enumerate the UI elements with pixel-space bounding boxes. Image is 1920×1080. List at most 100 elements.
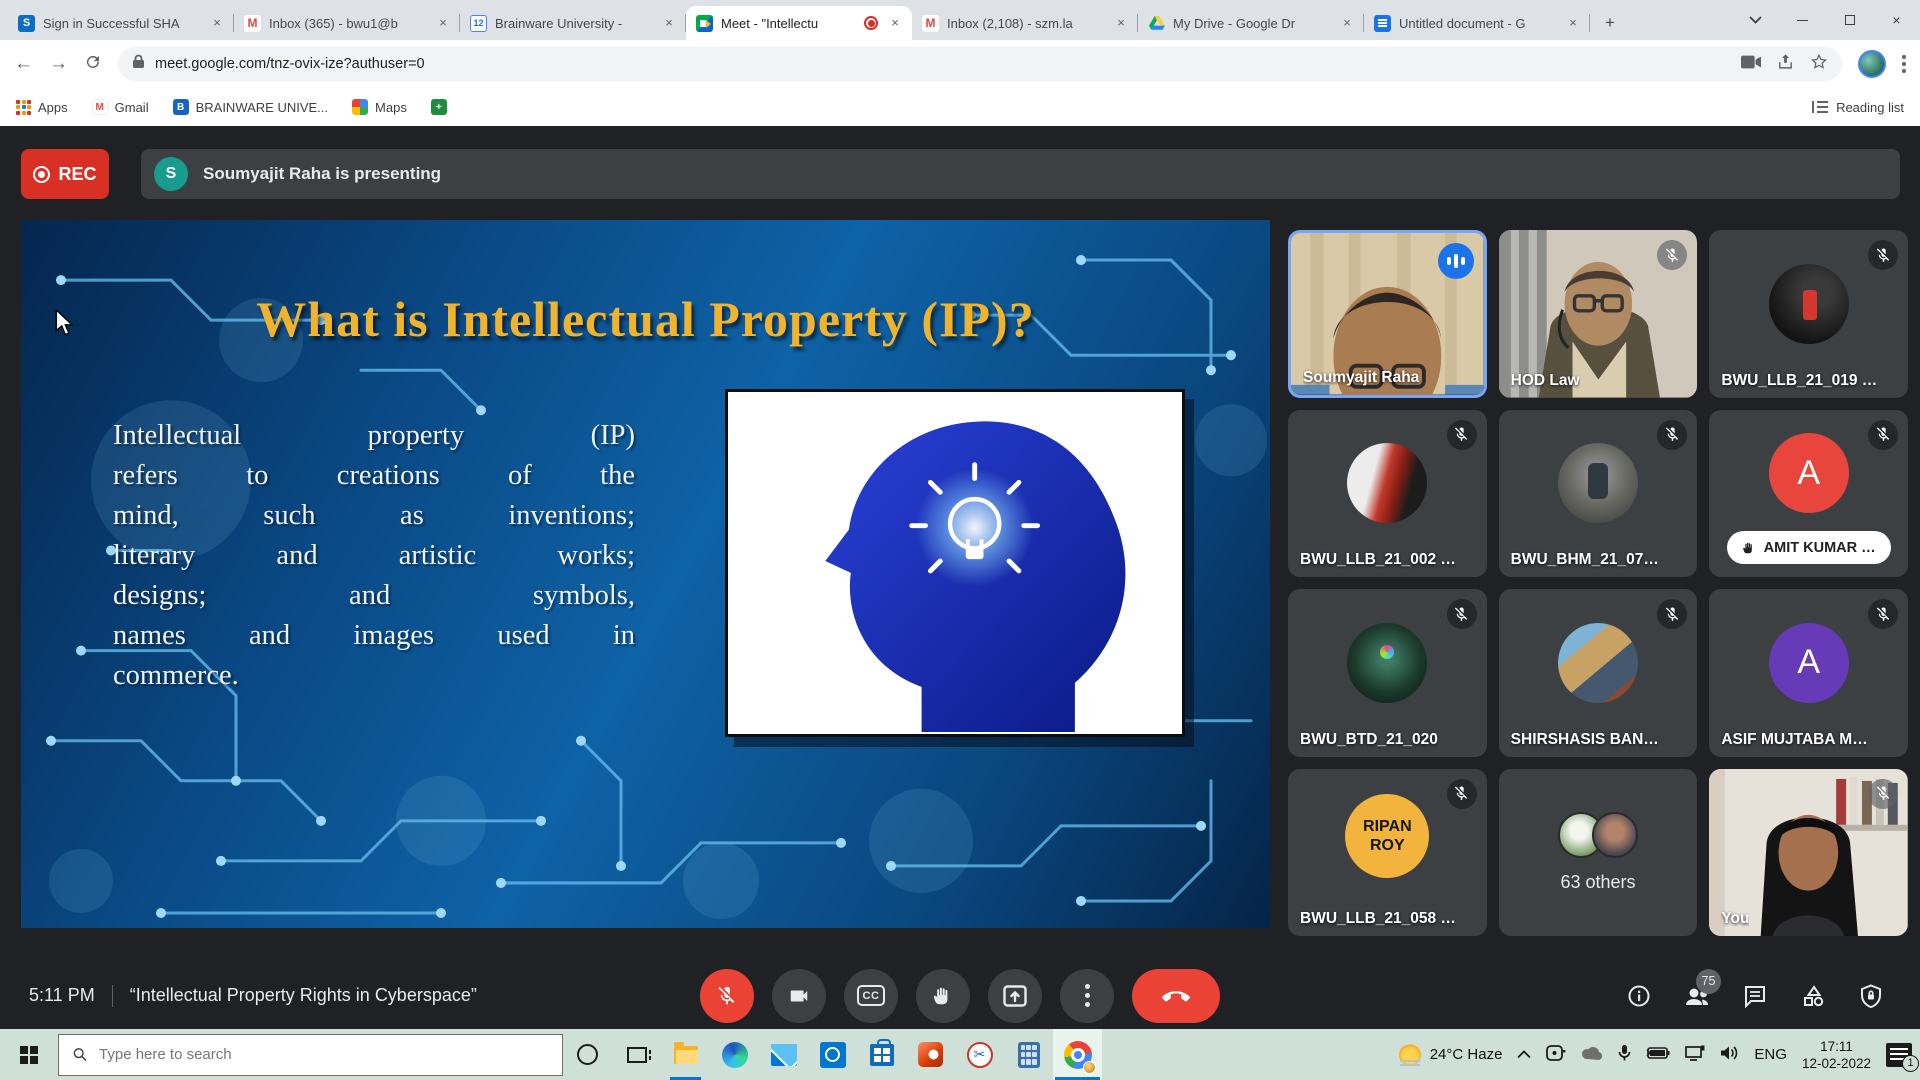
- gmail-icon: M: [244, 15, 261, 32]
- browser-menu-icon[interactable]: [1902, 55, 1906, 73]
- participant-tile-amit[interactable]: A AMIT KUMAR …: [1709, 410, 1908, 578]
- meeting-details-button[interactable]: [1626, 983, 1652, 1009]
- dell-app-button[interactable]: [808, 1029, 857, 1080]
- battery-tray-icon[interactable]: [1646, 1046, 1670, 1064]
- mail-button[interactable]: [759, 1029, 808, 1080]
- bookmark-star-icon[interactable]: [1810, 53, 1828, 76]
- cortana-button[interactable]: [563, 1029, 612, 1080]
- record-icon: [33, 166, 50, 183]
- end-call-icon: [1162, 990, 1190, 1002]
- bookmark-brainware[interactable]: B BRAINWARE UNIVE...: [173, 99, 328, 115]
- snipping-tool-button[interactable]: ✂: [955, 1029, 1004, 1080]
- office-button[interactable]: [906, 1029, 955, 1080]
- onedrive-tray-icon[interactable]: [1581, 1046, 1603, 1064]
- bookmark-gmail[interactable]: M Gmail: [92, 99, 149, 115]
- tab-close-icon[interactable]: ×: [1112, 14, 1130, 32]
- tab-close-icon[interactable]: ×: [886, 14, 904, 32]
- activities-button[interactable]: [1800, 983, 1826, 1009]
- tab-close-icon[interactable]: ×: [1564, 14, 1582, 32]
- tab-close-icon[interactable]: ×: [434, 14, 452, 32]
- chat-button[interactable]: [1742, 983, 1768, 1009]
- cortana-icon: [577, 1044, 598, 1065]
- raise-hand-button[interactable]: [916, 969, 970, 1023]
- captions-button[interactable]: CC: [844, 969, 898, 1023]
- share-icon[interactable]: [1777, 53, 1794, 75]
- url-text[interactable]: meet.google.com/tnz-ovix-ize?authuser=0: [155, 56, 1731, 72]
- reading-list-button[interactable]: Reading list: [1812, 100, 1904, 115]
- taskbar-weather[interactable]: 24°C Haze: [1399, 1044, 1503, 1066]
- tab-untitled-doc[interactable]: Untitled document - G ×: [1364, 6, 1590, 40]
- docs-icon: [1374, 15, 1391, 32]
- window-maximize-button[interactable]: [1826, 0, 1873, 40]
- tab-sign-in[interactable]: S Sign in Successful SHA ×: [8, 6, 234, 40]
- mic-muted-icon: [1868, 599, 1898, 629]
- host-controls-button[interactable]: [1858, 983, 1884, 1009]
- forward-icon[interactable]: →: [49, 53, 68, 75]
- profile-avatar[interactable]: [1858, 50, 1886, 78]
- notification-center-button[interactable]: 1: [1886, 1043, 1912, 1067]
- tab-close-icon[interactable]: ×: [208, 14, 226, 32]
- tab-meet-active[interactable]: Meet - "Intellectu ×: [686, 6, 912, 40]
- hand-raised-icon: [1742, 540, 1756, 556]
- volume-tray-icon[interactable]: [1720, 1045, 1739, 1065]
- participant-tile-you[interactable]: You: [1709, 769, 1908, 937]
- tab-camera-in-use-icon[interactable]: [1741, 55, 1761, 74]
- participant-tile-llb-019[interactable]: BWU_LLB_21_019 …: [1709, 230, 1908, 398]
- recording-badge: REC: [21, 149, 109, 199]
- slide-title: What is Intellectual Property (IP)?: [21, 290, 1270, 348]
- reload-icon[interactable]: [84, 53, 102, 76]
- search-input[interactable]: [99, 1046, 549, 1063]
- tab-close-icon[interactable]: ×: [660, 14, 678, 32]
- window-close-button[interactable]: ×: [1873, 0, 1920, 40]
- participant-tile-asif[interactable]: A ASIF MUJTABA M…: [1709, 589, 1908, 757]
- present-button[interactable]: [988, 969, 1042, 1023]
- tab-my-drive[interactable]: My Drive - Google Dr ×: [1138, 6, 1364, 40]
- participant-name: BWU_LLB_21_002 …: [1300, 551, 1456, 569]
- participant-tile-others[interactable]: 63 others: [1499, 769, 1698, 937]
- participants-button[interactable]: 75: [1684, 983, 1710, 1009]
- participant-tile-hod-law[interactable]: HOD Law: [1499, 230, 1698, 398]
- participant-tile-llb-002[interactable]: BWU_LLB_21_002 …: [1288, 410, 1487, 578]
- edge-button[interactable]: [710, 1029, 759, 1080]
- tab-search-chevron-icon[interactable]: [1732, 0, 1779, 40]
- start-button[interactable]: [0, 1029, 58, 1080]
- bookmark-apps[interactable]: Apps: [16, 100, 68, 115]
- new-tab-button[interactable]: +: [1596, 9, 1624, 37]
- tab-title: My Drive - Google Dr: [1173, 16, 1330, 31]
- participant-tile-shirshasis[interactable]: SHIRSHASIS BAN…: [1499, 589, 1698, 757]
- file-explorer-button[interactable]: [661, 1029, 710, 1080]
- bookmark-maps[interactable]: Maps: [352, 99, 407, 115]
- participant-tile-soumyajit[interactable]: Soumyajit Raha: [1288, 230, 1487, 398]
- back-icon[interactable]: ←: [14, 53, 33, 75]
- tab-close-icon[interactable]: ×: [1338, 14, 1356, 32]
- calculator-button[interactable]: [1004, 1029, 1053, 1080]
- task-view-icon: [627, 1047, 647, 1063]
- window-minimize-button[interactable]: [1779, 0, 1826, 40]
- taskbar-search[interactable]: [58, 1034, 563, 1076]
- language-indicator[interactable]: ENG: [1754, 1046, 1787, 1063]
- tab-brainware[interactable]: 12 Brainware University - ×: [460, 6, 686, 40]
- mic-toggle-button[interactable]: [700, 969, 754, 1023]
- microsoft-store-button[interactable]: [857, 1029, 906, 1080]
- bookmark-sheets[interactable]: +: [431, 99, 447, 115]
- presentation-slide[interactable]: What is Intellectual Property (IP)? Inte…: [21, 220, 1270, 928]
- more-options-button[interactable]: [1060, 969, 1114, 1023]
- task-view-button[interactable]: [612, 1029, 661, 1080]
- participant-tile-btd[interactable]: BWU_BTD_21_020: [1288, 589, 1487, 757]
- taskbar-clock[interactable]: 17:11 12-02-2022: [1802, 1038, 1871, 1072]
- participant-tile-ripan[interactable]: RIPAN ROY BWU_LLB_21_058 …: [1288, 769, 1487, 937]
- camera-icon: [788, 985, 810, 1007]
- tab-inbox-2108[interactable]: M Inbox (2,108) - szm.la ×: [912, 6, 1138, 40]
- leave-call-button[interactable]: [1132, 969, 1220, 1023]
- omnibox[interactable]: meet.google.com/tnz-ovix-ize?authuser=0: [118, 47, 1842, 81]
- browser-tab-strip: S Sign in Successful SHA × M Inbox (365)…: [0, 0, 1920, 40]
- screen-recorder-tray-icon[interactable]: [1546, 1045, 1566, 1065]
- network-tray-icon[interactable]: [1685, 1045, 1705, 1065]
- microphone-tray-icon[interactable]: [1618, 1044, 1631, 1066]
- tab-inbox-365[interactable]: M Inbox (365) - bwu1@b ×: [234, 6, 460, 40]
- tray-expand-chevron-icon[interactable]: [1517, 1046, 1531, 1063]
- chrome-button[interactable]: [1053, 1029, 1102, 1080]
- participant-avatar: A: [1769, 433, 1849, 513]
- camera-toggle-button[interactable]: [772, 969, 826, 1023]
- participant-tile-bhm[interactable]: BWU_BHM_21_07…: [1499, 410, 1698, 578]
